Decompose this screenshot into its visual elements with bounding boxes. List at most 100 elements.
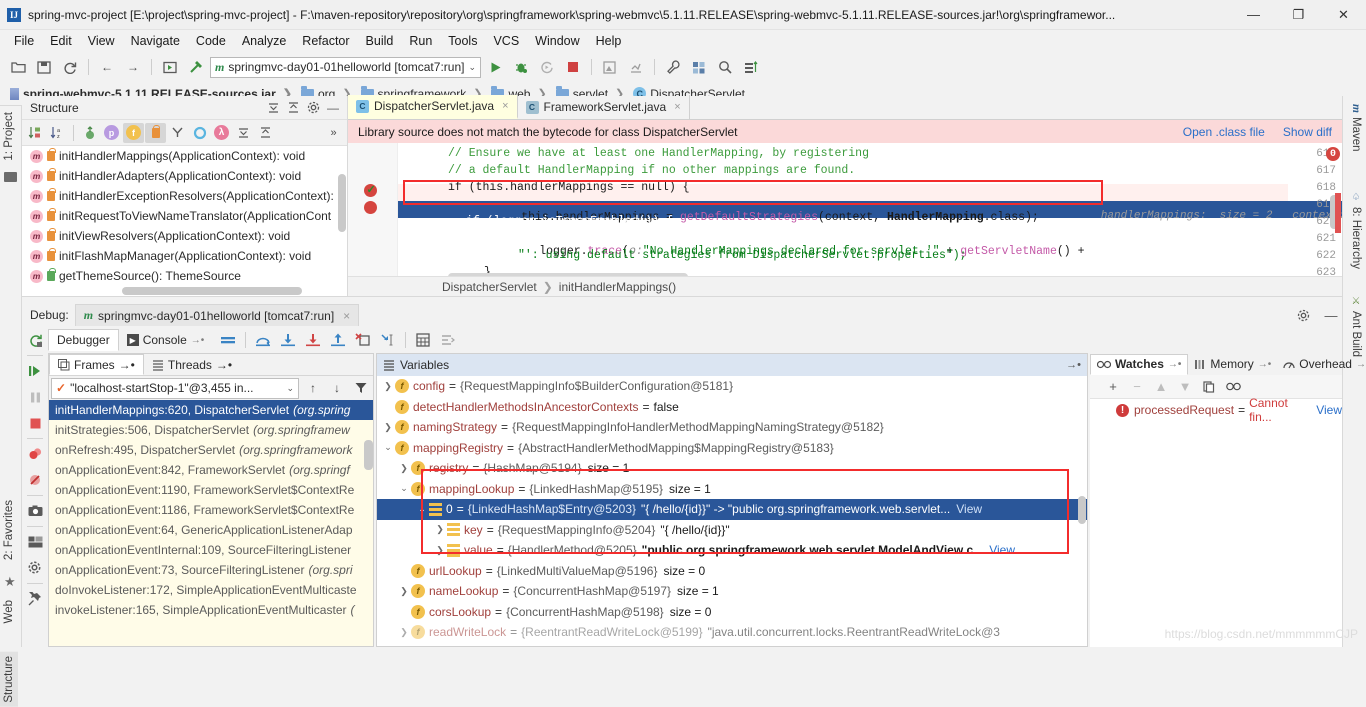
- chevron-right-icon[interactable]: ❯: [397, 586, 411, 597]
- show-inherited-icon[interactable]: [79, 123, 100, 143]
- gear-icon[interactable]: [303, 98, 323, 118]
- list-item[interactable]: m initViewResolvers(ApplicationContext):…: [22, 226, 347, 246]
- debug-icon[interactable]: [509, 56, 533, 78]
- show-non-public-icon[interactable]: [145, 122, 166, 143]
- sort-by-visibility-icon[interactable]: [25, 123, 46, 143]
- table-row[interactable]: ❯ key = {RequestMappingInfo@5204} "{ /he…: [377, 520, 1087, 541]
- minimize-button[interactable]: —: [1231, 0, 1276, 30]
- evaluate-expression-icon[interactable]: [411, 329, 435, 351]
- tab-frameworkservlet[interactable]: C FrameworkServlet.java ×: [518, 95, 690, 119]
- resume-program-icon[interactable]: [22, 358, 48, 384]
- step-out-icon[interactable]: [326, 329, 350, 351]
- close-icon[interactable]: ×: [674, 101, 680, 113]
- table-row[interactable]: ! processedRequest = Cannot fin... View: [1090, 396, 1342, 424]
- run-configuration-selector[interactable]: m springmvc-day01-01helloworld [tomcat7:…: [210, 56, 481, 78]
- layout-settings-icon[interactable]: [22, 529, 48, 555]
- debug-session-tab[interactable]: m springmvc-day01-01helloworld [tomcat7:…: [74, 304, 360, 326]
- search-icon[interactable]: [713, 56, 737, 78]
- list-item[interactable]: onRefresh:495, DispatcherServlet (org.sp…: [49, 440, 373, 460]
- sidebar-item-maven[interactable]: m Maven: [1348, 100, 1364, 155]
- chevron-right-icon[interactable]: ❯: [381, 381, 395, 392]
- chevron-right-icon[interactable]: ❯: [397, 463, 411, 474]
- list-item[interactable]: m initRequestToViewNameTranslator(Applic…: [22, 206, 347, 226]
- more-icon[interactable]: »: [323, 123, 344, 143]
- structure-hscrollbar[interactable]: [122, 287, 302, 295]
- list-item[interactable]: m initFlashMapManager(ApplicationContext…: [22, 246, 347, 266]
- list-item[interactable]: onApplicationEvent:64, GenericApplicatio…: [49, 520, 373, 540]
- star-icon[interactable]: ★: [4, 574, 16, 590]
- table-row[interactable]: ❯ f registry = {HashMap@5194} size = 1: [377, 458, 1087, 479]
- step-over-icon[interactable]: [251, 329, 275, 351]
- sidebar-item-favorites[interactable]: 2: Favorites: [0, 496, 18, 564]
- rerun-icon[interactable]: [535, 56, 559, 78]
- menu-edit[interactable]: Edit: [42, 32, 80, 50]
- tab-watches[interactable]: Watches →•: [1090, 353, 1189, 375]
- view-breakpoints-icon[interactable]: [22, 441, 48, 467]
- error-count-badge[interactable]: 0: [1326, 147, 1340, 161]
- table-row[interactable]: ⌄ 0 = {LinkedHashMap$Entry@5203} "{ /hel…: [377, 499, 1087, 520]
- show-anonymous-icon[interactable]: [167, 123, 188, 143]
- menu-navigate[interactable]: Navigate: [123, 32, 188, 50]
- expand-all-icon[interactable]: [263, 98, 283, 118]
- chevron-right-icon[interactable]: ❯: [397, 627, 411, 638]
- pin-icon[interactable]: →•: [1258, 359, 1272, 370]
- pin-icon[interactable]: →•: [191, 335, 205, 346]
- watches-icon[interactable]: [1222, 377, 1244, 397]
- pin-icon[interactable]: →•: [1356, 359, 1366, 370]
- list-item[interactable]: invokeListener:165, SimpleApplicationEve…: [49, 600, 373, 620]
- show-values-inline-icon[interactable]: [436, 329, 460, 351]
- maximize-button[interactable]: ❐: [1276, 0, 1321, 30]
- thread-selector[interactable]: ✓ "localhost-startStop-1"@3,455 in... ⌄: [51, 377, 299, 399]
- menu-window[interactable]: Window: [527, 32, 587, 50]
- collapse-all-icon[interactable]: [283, 98, 303, 118]
- sidebar-item-ant-build[interactable]: ⚔ Ant Build: [1348, 292, 1364, 361]
- menu-file[interactable]: File: [6, 32, 42, 50]
- list-item[interactable]: doInvokeListener:172, SimpleApplicationE…: [49, 580, 373, 600]
- list-item[interactable]: m initHandlerMappings(ApplicationContext…: [22, 146, 347, 166]
- tab-frames[interactable]: Frames →•: [49, 354, 144, 375]
- sort-alphabetically-icon[interactable]: az: [47, 123, 68, 143]
- variables-tree[interactable]: ❯ f config = {RequestMappingInfo$Builder…: [377, 376, 1087, 646]
- table-row[interactable]: f detectHandlerMethodsInAncestorContexts…: [377, 397, 1087, 418]
- collapse-all-icon[interactable]: [255, 123, 276, 143]
- pause-program-icon[interactable]: [22, 384, 48, 410]
- close-icon[interactable]: ×: [502, 100, 508, 112]
- show-diff-link[interactable]: Show diff: [1283, 125, 1332, 139]
- camera-icon[interactable]: [22, 498, 48, 524]
- remove-watch-icon[interactable]: −: [1126, 377, 1148, 397]
- run-to-cursor-icon[interactable]: [376, 329, 400, 351]
- menu-tools[interactable]: Tools: [440, 32, 485, 50]
- list-item[interactable]: onApplicationEvent:1186, FrameworkServle…: [49, 500, 373, 520]
- mute-breakpoints-icon[interactable]: [22, 467, 48, 493]
- back-icon[interactable]: ←: [95, 56, 119, 78]
- pin-icon[interactable]: →•: [1168, 359, 1182, 370]
- chevron-right-icon[interactable]: ❯: [433, 545, 447, 556]
- table-row[interactable]: ⌄ f mappingRegistry = {AbstractHandlerMe…: [377, 438, 1087, 459]
- project-structure-icon[interactable]: [687, 56, 711, 78]
- table-row[interactable]: ❯ value = {HandlerMethod@5205} "public o…: [377, 540, 1087, 561]
- menu-refactor[interactable]: Refactor: [294, 32, 357, 50]
- menu-analyze[interactable]: Analyze: [234, 32, 294, 50]
- list-item[interactable]: onApplicationEvent:842, FrameworkServlet…: [49, 460, 373, 480]
- menu-build[interactable]: Build: [358, 32, 402, 50]
- menu-code[interactable]: Code: [188, 32, 234, 50]
- expand-all-icon[interactable]: [233, 123, 254, 143]
- structure-list[interactable]: m initHandlerMappings(ApplicationContext…: [22, 146, 347, 293]
- hide-debug-panel-icon[interactable]: —: [1320, 304, 1342, 326]
- settings-gear-icon[interactable]: [22, 555, 48, 581]
- show-execution-point-icon[interactable]: [216, 329, 240, 351]
- copy-icon[interactable]: [1198, 377, 1220, 397]
- rerun-icon[interactable]: [22, 327, 48, 353]
- profiler-icon[interactable]: [624, 56, 648, 78]
- drop-frame-icon[interactable]: [351, 329, 375, 351]
- open-class-file-link[interactable]: Open .class file: [1183, 125, 1265, 139]
- menu-vcs[interactable]: VCS: [485, 32, 527, 50]
- structure-vscrollbar[interactable]: [338, 174, 346, 232]
- run-gutter-icon[interactable]: [158, 56, 182, 78]
- close-button[interactable]: ✕: [1321, 0, 1366, 30]
- sidebar-item-web[interactable]: Web: [0, 596, 18, 627]
- chevron-down-icon[interactable]: ⌄: [381, 442, 395, 453]
- build-hammer-icon[interactable]: [184, 56, 208, 78]
- stop-icon[interactable]: [561, 56, 585, 78]
- list-item[interactable]: initStrategies:506, DispatcherServlet (o…: [49, 420, 373, 440]
